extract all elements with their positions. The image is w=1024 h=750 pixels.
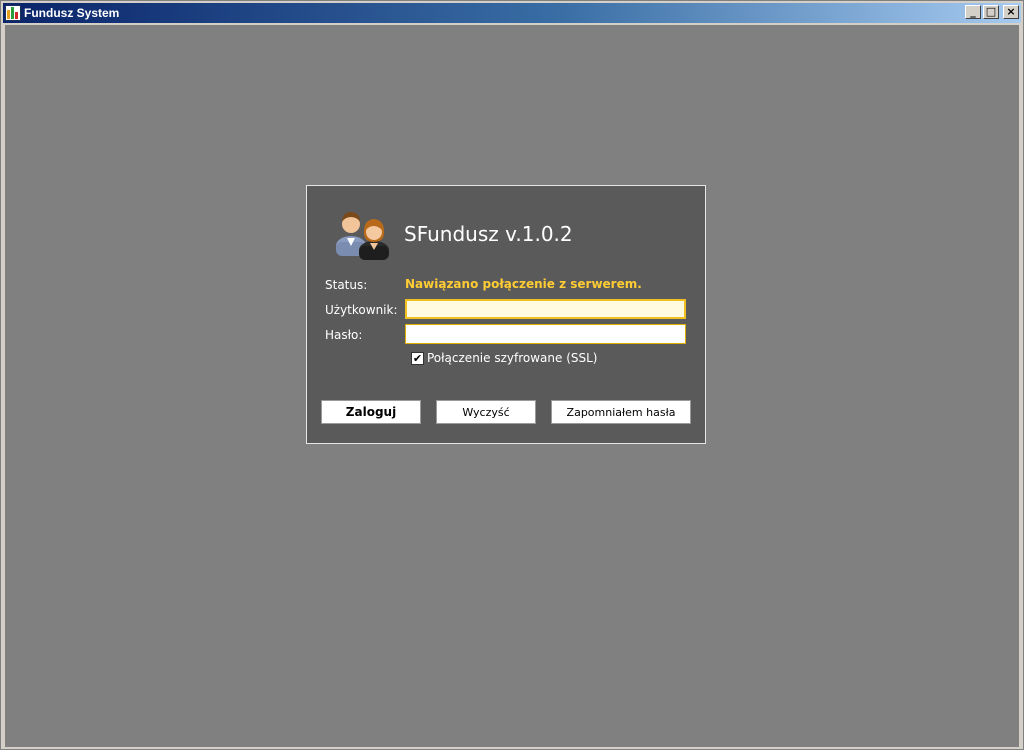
ssl-option[interactable]: ✔ Połączenie szyfrowane (SSL) bbox=[411, 351, 597, 365]
minimize-button[interactable]: _ bbox=[965, 5, 981, 19]
app-title: SFundusz v.1.0.2 bbox=[404, 222, 573, 246]
clear-button[interactable]: Wyczyść bbox=[436, 400, 536, 424]
password-label: Hasło: bbox=[325, 328, 363, 342]
title-bar[interactable]: Fundusz System _ □ × bbox=[3, 3, 1021, 23]
password-input[interactable] bbox=[405, 324, 686, 344]
users-icon bbox=[336, 211, 389, 260]
username-label: Użytkownik: bbox=[325, 303, 398, 317]
workspace-area: SFundusz v.1.0.2 Status: Nawiązano połąc… bbox=[5, 25, 1019, 747]
forgot-password-button[interactable]: Zapomniałem hasła bbox=[551, 400, 691, 424]
maximize-button[interactable]: □ bbox=[983, 5, 999, 19]
ssl-checkbox[interactable]: ✔ bbox=[411, 351, 424, 365]
login-button[interactable]: Zaloguj bbox=[321, 400, 421, 424]
status-label: Status: bbox=[325, 278, 368, 292]
app-bar-chart-icon bbox=[5, 5, 21, 21]
window-title: Fundusz System bbox=[24, 6, 120, 20]
app-window: Fundusz System _ □ × SFundusz v.1.0.2 St… bbox=[0, 0, 1024, 750]
window-controls: _ □ × bbox=[965, 5, 1019, 19]
ssl-checkbox-label: Połączenie szyfrowane (SSL) bbox=[427, 351, 598, 365]
status-message: Nawiązano połączenie z serwerem. bbox=[405, 277, 642, 291]
username-input[interactable] bbox=[405, 299, 686, 319]
login-dialog: SFundusz v.1.0.2 Status: Nawiązano połąc… bbox=[306, 185, 706, 444]
close-button[interactable]: × bbox=[1003, 5, 1019, 19]
